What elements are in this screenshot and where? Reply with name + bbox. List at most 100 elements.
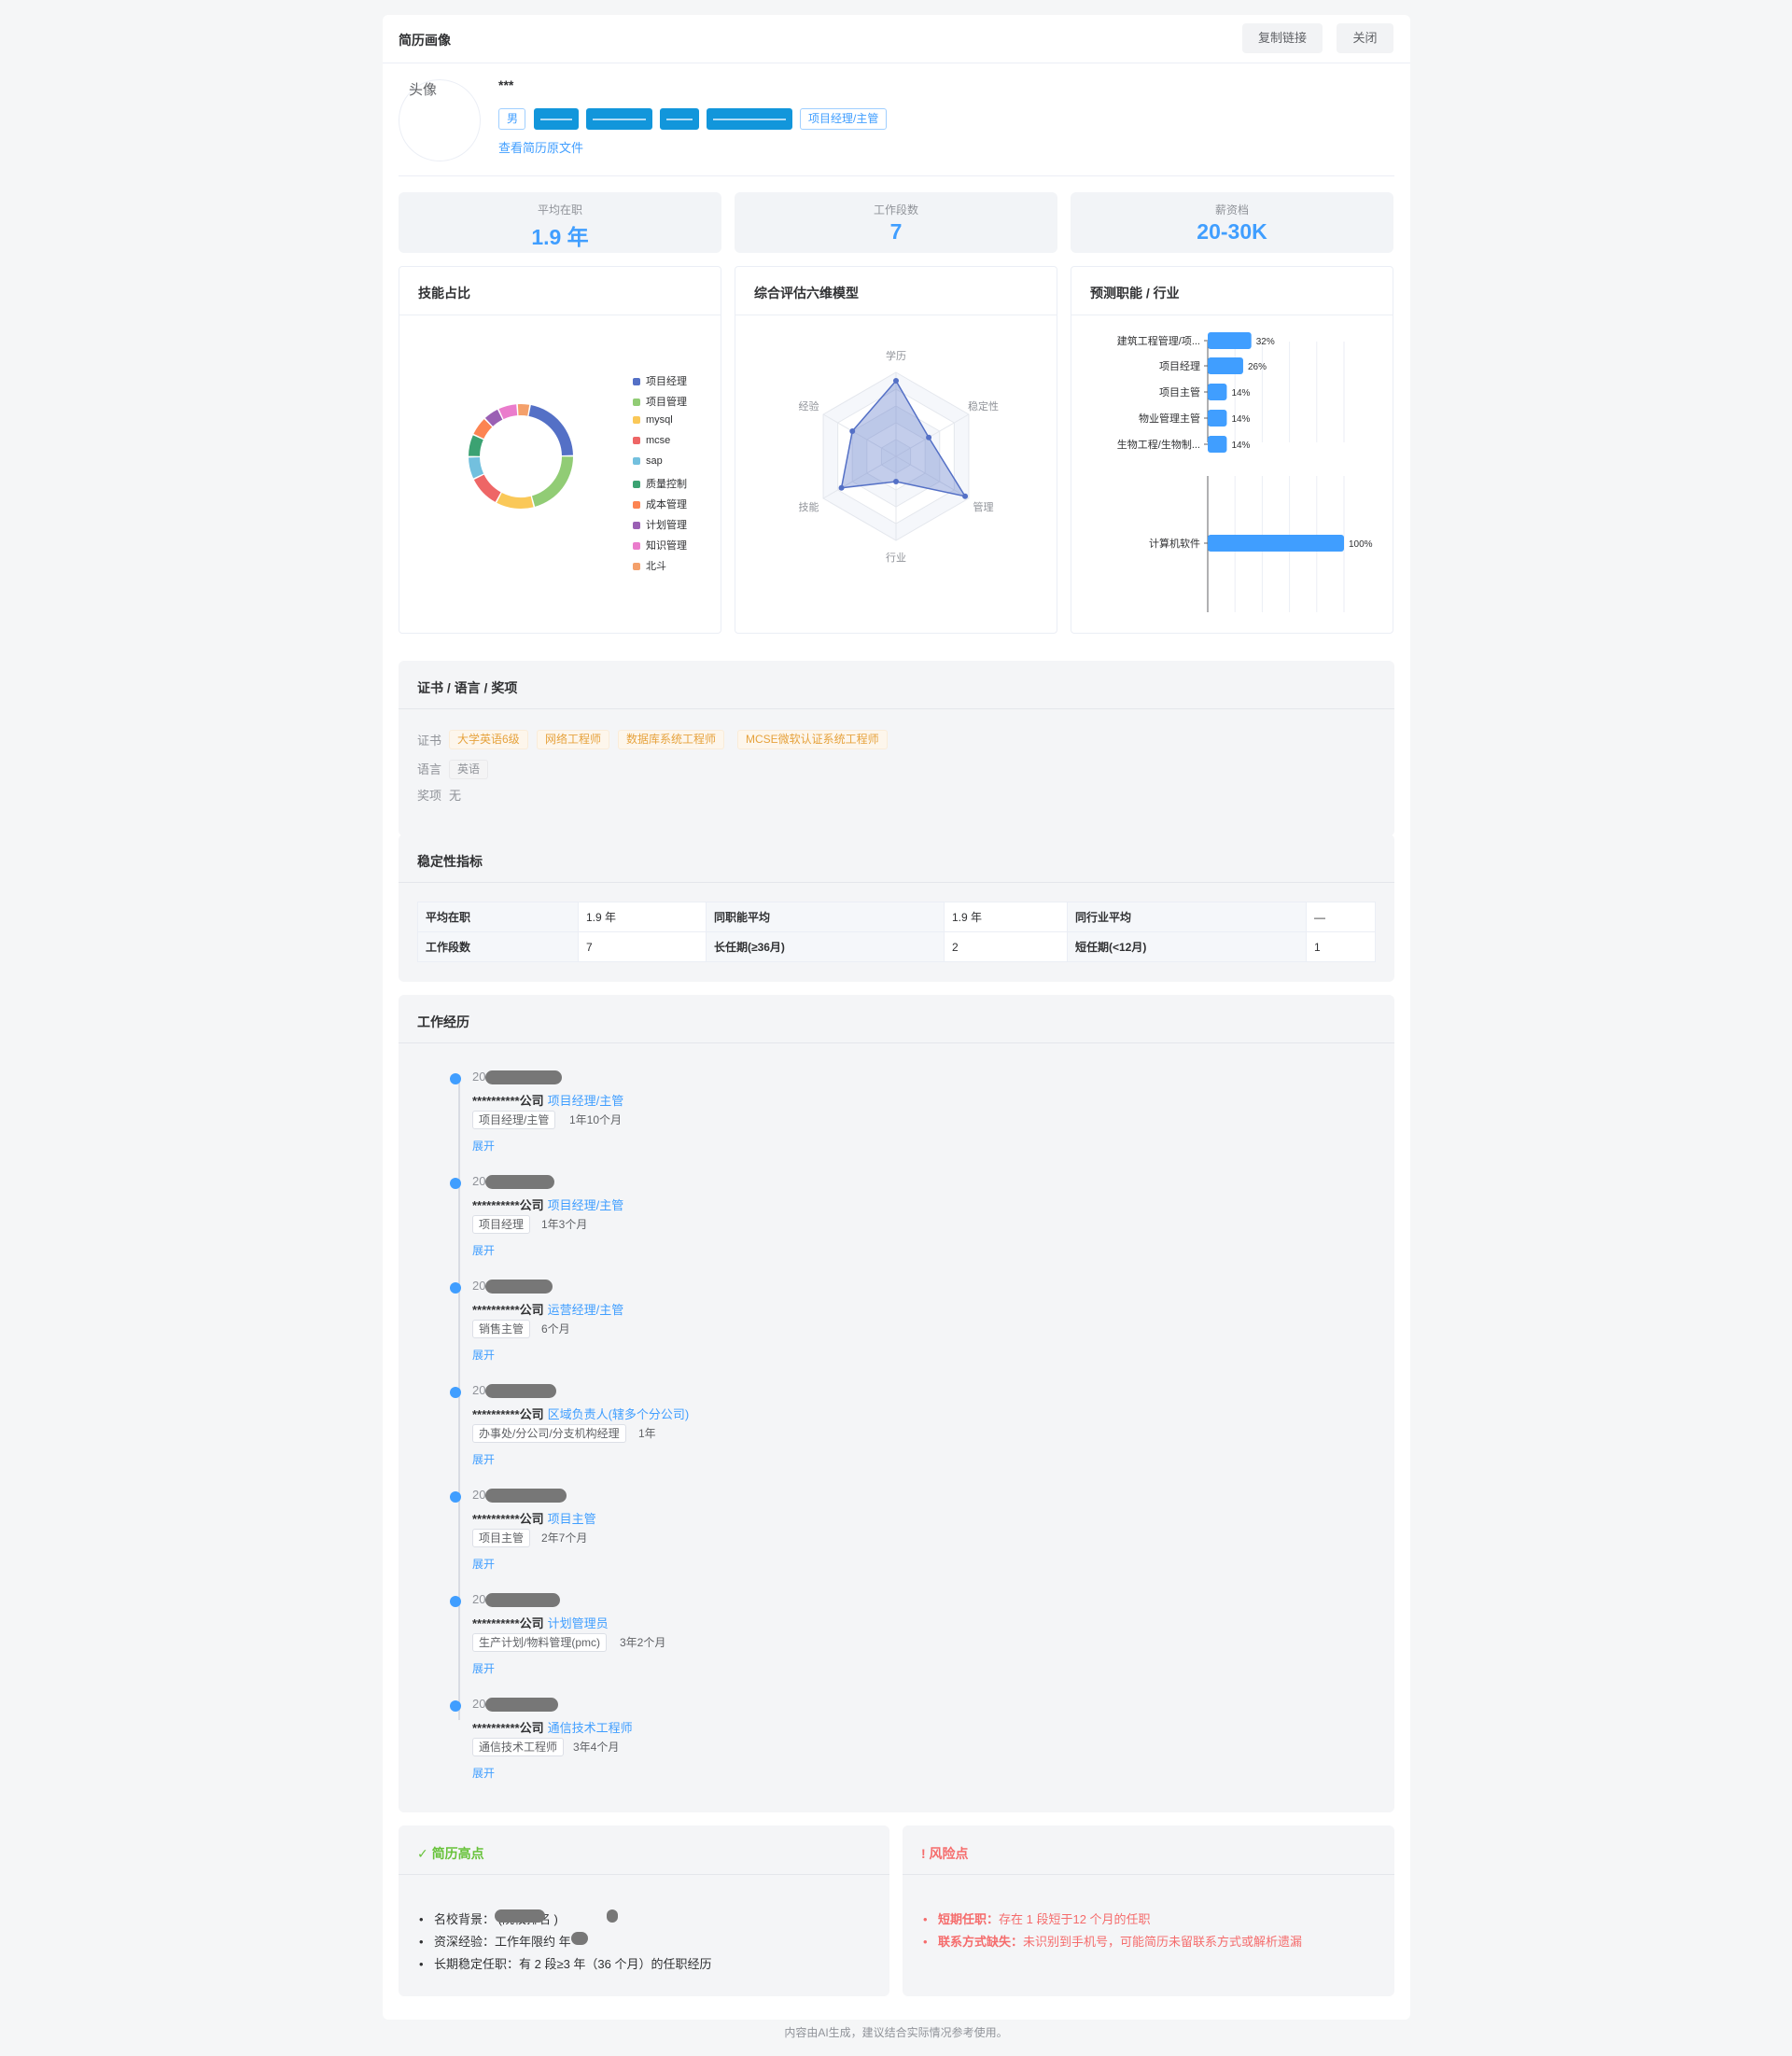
job-company: **********公司 项目经理/主管 xyxy=(472,1091,623,1109)
legend-swatch xyxy=(633,399,640,406)
expand-link[interactable]: 展开 xyxy=(472,1451,495,1467)
table-row: 平均在职 1.9 年 同职能平均 1.9 年 同行业平均 — xyxy=(417,902,1376,932)
legend-item[interactable]: 项目经理 xyxy=(633,373,687,388)
legend-label: 北斗 xyxy=(646,561,666,572)
timeline-item: 20 **********公司 运营经理/主管 销售主管 6个月 展开 xyxy=(450,1279,1103,1381)
expand-link[interactable]: 展开 xyxy=(472,1138,495,1154)
legend-item[interactable]: 北斗 xyxy=(633,558,666,573)
legend-item[interactable]: 计划管理 xyxy=(633,517,687,532)
bar-value-label: 32% xyxy=(1256,337,1275,347)
job-role: 区域负责人(辖多个分公司) xyxy=(547,1407,690,1421)
job-date: 20 xyxy=(472,1174,486,1188)
radar-axis-label: 行业 xyxy=(886,552,906,564)
timeline-dot xyxy=(450,1700,461,1712)
highlight-text: 资深经验：工作年限约 年 xyxy=(434,1935,571,1949)
legend-label: 项目管理 xyxy=(646,397,687,408)
highlights-title: ✓ 简历高点 xyxy=(399,1825,889,1875)
legend-item[interactable]: 项目管理 xyxy=(633,394,687,409)
legend-label: mysql xyxy=(646,414,673,426)
radar-chart: 学历稳定性管理行业 技能 经验 xyxy=(798,349,999,564)
legend-swatch xyxy=(633,501,640,509)
job-tag: 项目经理/主管 xyxy=(472,1111,556,1129)
table-cell: 平均在职 xyxy=(417,902,579,932)
stat-label: 薪资档 xyxy=(1214,203,1249,217)
legend-item[interactable]: 质量控制 xyxy=(633,476,687,491)
legend-item[interactable]: mcse xyxy=(633,435,670,446)
timeline-dot xyxy=(450,1596,461,1607)
predict-bar-chart: 建筑工程管理/项... 32% 项目经理 26% 项目主管 14% 物业管理主管 14% 生物工… xyxy=(1117,332,1373,612)
legend-item[interactable]: 知识管理 xyxy=(633,538,687,552)
expand-link[interactable]: 展开 xyxy=(472,1660,495,1676)
radar-axis-label: 管理 xyxy=(973,500,994,513)
stat-label: 工作段数 xyxy=(873,203,918,217)
legend-label: 计划管理 xyxy=(646,520,687,531)
view-resume-file-link[interactable]: 查看简历原文件 xyxy=(498,138,583,156)
stat-value: 1.9 年 xyxy=(531,225,589,249)
bar-category-label: 项目主管 xyxy=(1159,385,1200,399)
timeline-dot xyxy=(450,1178,461,1189)
close-button[interactable]: 关闭 xyxy=(1337,23,1393,53)
list-item: 名校背景： (院校排名 ) xyxy=(417,1909,712,1931)
job-role: 项目经理/主管 xyxy=(547,1198,624,1212)
redaction-mask xyxy=(607,1909,618,1923)
company-name: **********公司 xyxy=(472,1094,544,1108)
expand-link[interactable]: 展开 xyxy=(472,1765,495,1781)
donut-slice xyxy=(498,404,518,420)
certs-section: 证书 / 语言 / 奖项 证书 大学英语6级 网络工程师 数据库系统工程师 MC… xyxy=(399,661,1394,836)
expand-link[interactable]: 展开 xyxy=(472,1242,495,1258)
donut-slice xyxy=(497,493,534,509)
table-cell: 1.9 年 xyxy=(578,902,707,932)
legend-swatch xyxy=(633,416,640,424)
bar-value-label: 14% xyxy=(1231,441,1250,451)
masked-tag xyxy=(707,108,792,130)
expand-link[interactable]: 展开 xyxy=(472,1556,495,1572)
donut-slice xyxy=(517,404,530,416)
panel-title: 预测职能 / 行业 xyxy=(1071,267,1393,315)
company-name: **********公司 xyxy=(472,1407,544,1421)
donut-slice xyxy=(473,474,501,502)
highlights-list: 名校背景： (院校排名 ) 资深经验：工作年限约 年 长期稳定任职：有 2 段≥… xyxy=(417,1909,712,1976)
bar-category-label: 物业管理主管 xyxy=(1139,412,1200,425)
legend-swatch xyxy=(633,542,640,550)
job-tag: 项目经理 xyxy=(472,1215,531,1234)
table-row: 工作段数 7 长任期(≥36月) 2 短任期(<12月) 1 xyxy=(417,931,1376,962)
job-date: 20 xyxy=(472,1279,486,1293)
copy-link-button[interactable]: 复制链接 xyxy=(1242,23,1323,53)
timeline-item: 20 **********公司 计划管理员 生产计划/物料管理(pmc) 3年2个月 展开 xyxy=(450,1592,1103,1695)
predict-panel: 预测职能 / 行业 建筑工程管理/项... 32% 项目经理 26% 项目主管 14% 物业… xyxy=(1071,266,1393,634)
table-cell: 工作段数 xyxy=(417,931,579,962)
company-name: **********公司 xyxy=(472,1198,544,1212)
divider xyxy=(399,175,1394,176)
legend-swatch xyxy=(633,378,640,385)
redaction-mask xyxy=(495,1909,545,1923)
masked-tag xyxy=(586,108,652,130)
list-item: 长期稳定任职：有 2 段≥3 年（36 个月）的任职经历 xyxy=(417,1953,712,1976)
job-tag: 销售主管 xyxy=(472,1320,531,1338)
job-duration: 1年10个月 xyxy=(569,1113,623,1126)
radar-axis-label: 学历 xyxy=(886,349,906,362)
list-item: 联系方式缺失：未识别到手机号，可能简历未留联系方式或解析遗漏 xyxy=(921,1931,1302,1953)
timeline-item: 20 **********公司 项目经理/主管 项目经理 1年3个月 展开 xyxy=(450,1174,1103,1277)
legend-swatch xyxy=(633,437,640,444)
expand-link[interactable]: 展开 xyxy=(472,1347,495,1363)
work-section: 工作经历 20 **********公司 项目经理/主管 项目经理/主管 1年10个月展… xyxy=(399,995,1394,1812)
job-role: 通信技术工程师 xyxy=(547,1721,633,1735)
company-name: **********公司 xyxy=(472,1616,544,1630)
risk-text: 未识别到手机号，可能简历未留联系方式或解析遗漏 xyxy=(1023,1935,1303,1949)
award-value: 无 xyxy=(449,789,462,803)
panel-title: 综合评估六维模型 xyxy=(735,267,1057,315)
table-cell: 同职能平均 xyxy=(706,902,945,932)
legend-item[interactable]: mysql xyxy=(633,414,673,426)
job-tag: 办事处/分公司/分支机构经理 xyxy=(472,1424,626,1443)
job-company: **********公司 区域负责人(辖多个分公司) xyxy=(472,1405,689,1422)
risks-title: ! 风险点 xyxy=(903,1825,1394,1875)
cert-tag: 网络工程师 xyxy=(537,730,610,749)
legend-item[interactable]: 成本管理 xyxy=(633,497,687,511)
highlight-text: 长期稳定任职：有 2 段≥3 年（36 个月）的任职经历 xyxy=(434,1957,712,1971)
redaction-mask xyxy=(485,1175,554,1189)
legend-item[interactable]: sap xyxy=(633,455,663,467)
table-cell: — xyxy=(1306,902,1376,932)
timeline-dot xyxy=(450,1073,461,1084)
resume-profile-card: 简历画像 复制链接 关闭 头像 *** 男 项目经理/主管 查看简历原文件 平均… xyxy=(383,15,1410,2020)
job-duration: 1年 xyxy=(638,1427,656,1440)
